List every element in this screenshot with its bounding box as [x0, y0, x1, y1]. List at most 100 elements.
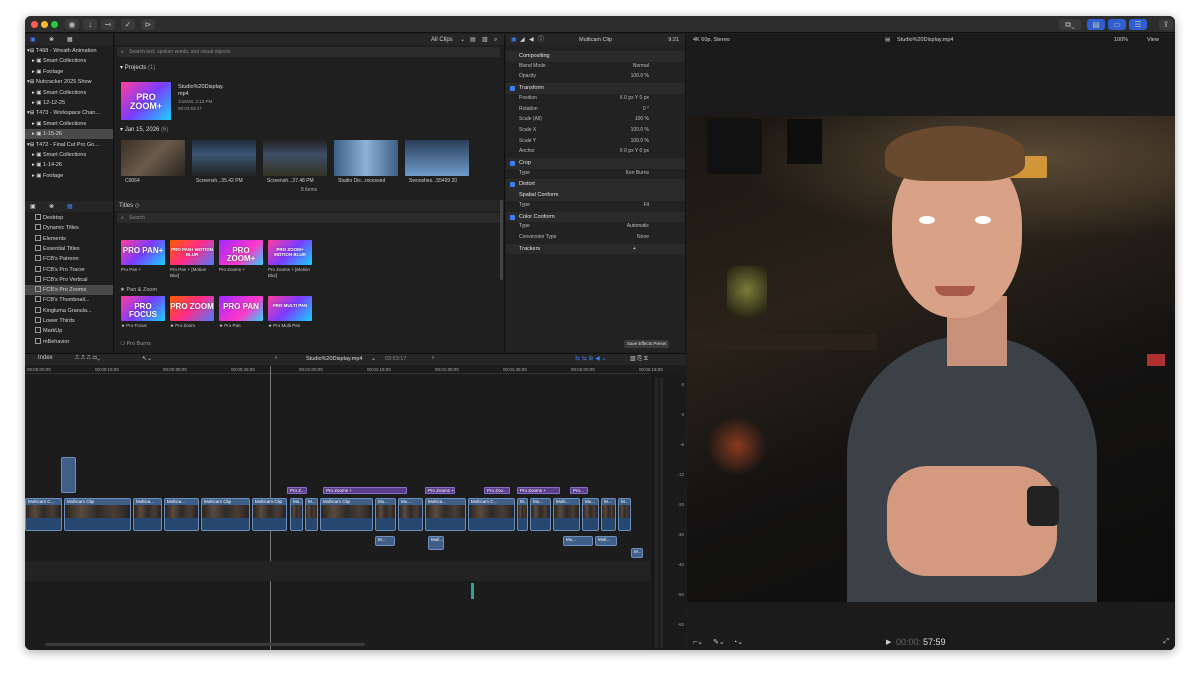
- title-clip[interactable]: Pro Zooms +: [323, 487, 407, 494]
- close-window-button[interactable]: [31, 21, 38, 28]
- transform-icon[interactable]: ⌐⌄: [693, 638, 703, 646]
- checkbox-icon[interactable]: [510, 161, 515, 166]
- projects-group-header[interactable]: ▾ Projects (1): [120, 64, 155, 71]
- inspector-section[interactable]: Trackers +: [506, 243, 685, 255]
- timeline-project-name[interactable]: Studio%20Display.mp4: [306, 356, 362, 362]
- timeline-toggle-icon[interactable]: ▭: [1108, 19, 1126, 30]
- library-item[interactable]: ▸ ▣ Smart Collections: [25, 119, 113, 129]
- timeline-clip[interactable]: M...: [517, 498, 528, 531]
- title-category-item[interactable]: MarkUp: [25, 326, 113, 336]
- timeline-clip[interactable]: Multica...: [425, 498, 466, 531]
- timeline-ruler[interactable]: 00:00:00:00 00:00:15:00 00:00:30:00 00:00:4…: [25, 366, 663, 374]
- title-category-item[interactable]: FCB's Patreon: [25, 254, 113, 264]
- filmstrip-icon[interactable]: ▥: [482, 34, 488, 47]
- checkbox-icon[interactable]: [510, 86, 515, 92]
- inspector-row[interactable]: Type Automatic: [506, 221, 685, 232]
- title-thumbnail[interactable]: PRO ZOOM+ MOTION BLUR: [268, 240, 312, 265]
- speed-icon[interactable]: ◔⌄: [733, 638, 743, 646]
- viewer-view-menu[interactable]: View: [1147, 34, 1159, 47]
- keywords-icon[interactable]: ⊸: [101, 19, 115, 30]
- title-thumbnail[interactable]: PRO ZOOM: [170, 296, 214, 321]
- inspector-section[interactable]: Distort: [506, 179, 685, 190]
- checkbox-icon[interactable]: [510, 182, 515, 188]
- library-item[interactable]: ▾⊞ T468 - Wreath Animation: [25, 46, 113, 56]
- title-category-item[interactable]: FCB's Pro Tracer: [25, 265, 113, 275]
- skimming-icons[interactable]: ⇆ ⇆ ⊕ ◀ ⌄: [575, 355, 606, 362]
- title-category-item[interactable]: FCB's Pro Zooms: [25, 285, 113, 296]
- timeline-clip[interactable]: Multicam Clip: [252, 498, 287, 531]
- title-thumbnail[interactable]: PRO PAN+: [121, 240, 165, 265]
- pro-burns-group[interactable]: ❍ Pro Burns: [120, 341, 151, 347]
- audio-clip[interactable]: M...: [375, 536, 395, 546]
- inspector-row[interactable]: Opacity 100.0 %: [506, 71, 685, 82]
- library-item[interactable]: ▸ ▣ 1-14-26: [25, 160, 113, 170]
- timeline-clip[interactable]: Mu...: [290, 498, 303, 531]
- title-clip[interactable]: Pro Zooms +: [425, 487, 455, 494]
- audio-inspector-icon[interactable]: ◀: [529, 34, 534, 47]
- timeline-clip[interactable]: Multicam C...: [25, 498, 62, 531]
- audio-marker[interactable]: [471, 583, 474, 599]
- import-icon[interactable]: ↓: [83, 19, 97, 30]
- timeline-clip[interactable]: Multicam C...: [468, 498, 515, 531]
- fullscreen-icon[interactable]: ⤢: [1163, 638, 1169, 646]
- forward-chevron-icon[interactable]: ›: [432, 355, 434, 361]
- project-thumbnail[interactable]: PRO ZOOM+: [121, 82, 171, 120]
- timeline-clip[interactable]: Mu...: [582, 498, 599, 531]
- back-chevron-icon[interactable]: ‹: [275, 355, 277, 361]
- audio-clip[interactable]: Mult...: [428, 536, 444, 550]
- zoom-window-button[interactable]: [51, 21, 58, 28]
- share-tag-icon[interactable]: ⊳: [141, 19, 155, 30]
- title-thumbnail[interactable]: PRO ZOOM+: [219, 240, 263, 265]
- audio-clip[interactable]: Mu...: [563, 536, 593, 546]
- title-category-item[interactable]: FCB's Pro Vertical: [25, 275, 113, 285]
- titles-search-field[interactable]: ⌕ Search: [117, 213, 500, 223]
- checkbox-icon[interactable]: [510, 214, 515, 220]
- timeline-clip[interactable]: Mu...: [398, 498, 423, 531]
- title-category-item[interactable]: Kingluma Granula...: [25, 306, 113, 316]
- save-effects-preset-button[interactable]: Save Effects Preset: [624, 340, 670, 348]
- timeline-clip[interactable]: M...: [601, 498, 616, 531]
- clip-appearance-icon[interactable]: ▥ ⎘ ⧖: [630, 355, 648, 363]
- date-group-header[interactable]: ▾ Jan 15, 2026 (6): [120, 126, 168, 133]
- search-icon[interactable]: ⌕: [494, 34, 497, 47]
- inspector-row[interactable]: Scale X 100.0 %: [506, 125, 685, 136]
- workspace-menu-icon[interactable]: ⧉⌄: [1059, 19, 1081, 30]
- inspector-row[interactable]: Position X 0 px Y 0 px: [506, 93, 685, 104]
- title-clip[interactable]: Pro Zooms +: [517, 487, 560, 494]
- pan-zoom-group[interactable]: ★ Pan & Zoom: [120, 287, 157, 293]
- timeline-clip[interactable]: Multi...: [553, 498, 580, 531]
- share-icon[interactable]: ⇪: [1159, 19, 1173, 30]
- title-clip[interactable]: Pro Z...: [287, 487, 307, 494]
- inspector-row[interactable]: Scale (All) 100 %: [506, 114, 685, 125]
- clip-appearance-icon[interactable]: ▤: [470, 34, 476, 47]
- title-thumbnail[interactable]: PRO PAN: [219, 296, 263, 321]
- inspector-row[interactable]: Type Ken Burns: [506, 168, 685, 179]
- timeline-clip[interactable]: Multica...: [133, 498, 162, 531]
- clip-thumbnail[interactable]: [405, 140, 469, 176]
- clip-thumbnail[interactable]: [121, 140, 185, 176]
- title-category-item[interactable]: Elements: [25, 234, 113, 244]
- title-thumbnail[interactable]: PRO FOCUS: [121, 296, 165, 321]
- library-item[interactable]: ▾⊞ T473 - Workspace Chan...: [25, 108, 113, 118]
- timeline-clip[interactable]: Multica...: [164, 498, 199, 531]
- library-item[interactable]: ▾⊞ T472 - Final Cut Pro Go...: [25, 140, 113, 150]
- title-thumbnail[interactable]: PRO PAN+ MOTION BLUR: [170, 240, 214, 265]
- inspector-row[interactable]: Rotation 0 °: [506, 104, 685, 115]
- title-category-item[interactable]: Lower Thirds: [25, 316, 113, 326]
- library-item[interactable]: ▸ ▣ 1-15-26: [25, 129, 113, 140]
- title-category-item[interactable]: Dynamic Titles: [25, 223, 113, 233]
- title-category-item[interactable]: Desktop: [25, 213, 113, 223]
- arrow-tool-icon[interactable]: ↖⌄: [142, 355, 152, 362]
- filter-chevron-icon[interactable]: ⌄: [460, 34, 465, 47]
- timeline-clip[interactable]: Multicam Clip: [201, 498, 250, 531]
- inspector-row[interactable]: Anchor X 0 px Y 0 px: [506, 146, 685, 157]
- library-item[interactable]: ▸ ▣ Footage: [25, 67, 113, 77]
- library-item[interactable]: ▸ ▣ Smart Collections: [25, 150, 113, 160]
- chevron-down-icon[interactable]: ⌄: [371, 355, 376, 362]
- timeline-clip[interactable]: M...: [305, 498, 318, 531]
- minimize-window-button[interactable]: [41, 21, 48, 28]
- play-icon[interactable]: ▶: [886, 638, 891, 646]
- check-icon[interactable]: ✓: [121, 19, 135, 30]
- clip-thumbnail[interactable]: [263, 140, 327, 176]
- library-item[interactable]: ▸ ▣ Footage: [25, 171, 113, 181]
